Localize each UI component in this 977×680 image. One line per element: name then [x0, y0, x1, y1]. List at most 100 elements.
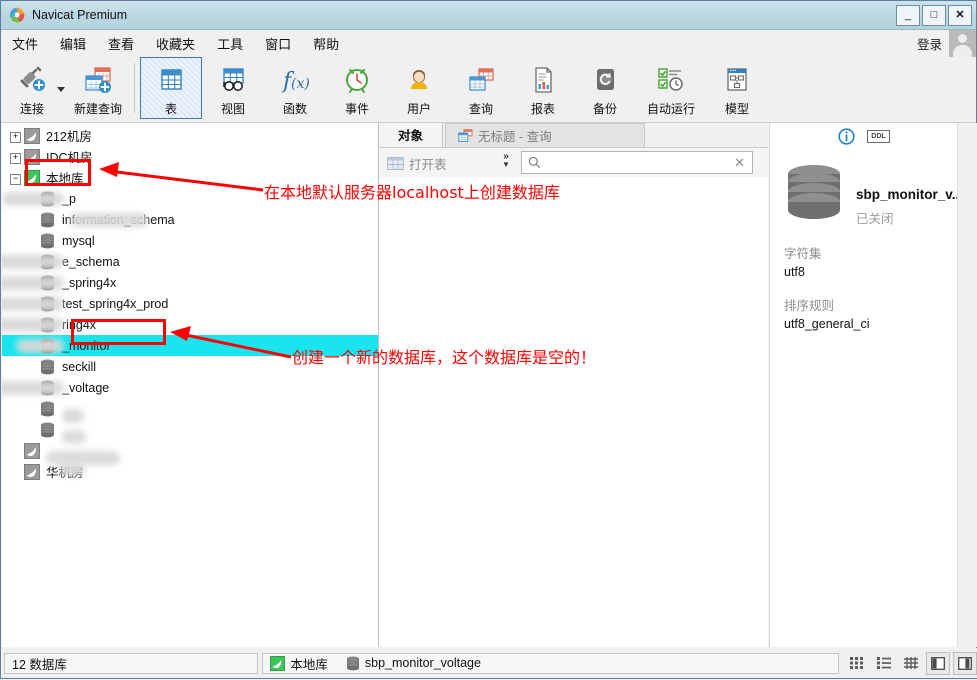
new-query-icon [82, 64, 114, 96]
toolbar-model-button[interactable]: 模型 [706, 57, 768, 119]
toolbar-new-query-button[interactable]: 新建查询 [67, 57, 129, 119]
toolbar-query-label: 查询 [468, 102, 493, 116]
toolbar-separator [134, 63, 135, 113]
tree-connection-item[interactable]: 华机房 [2, 461, 378, 482]
info-circle-icon[interactable] [838, 127, 855, 145]
tree-database-item[interactable]: test_spring4x_prod [2, 293, 378, 314]
tree-database-item[interactable] [2, 398, 378, 423]
menu-help[interactable]: 帮助 [302, 30, 350, 57]
menu-favorites[interactable]: 收藏夹 [145, 30, 206, 57]
info-charset-label: 字符集 [784, 247, 822, 261]
toolbar-automation-button[interactable]: 自动运行 [636, 57, 706, 119]
tab-untitled-query-label: 无标题 - 查询 [478, 130, 552, 144]
toolbar-table-button[interactable]: 表 [140, 57, 202, 119]
toolbar-report-button[interactable]: 报表 [512, 57, 574, 119]
toolbar-event-button[interactable]: 事件 [326, 57, 388, 119]
expand-toggle-icon[interactable]: + [10, 132, 21, 143]
status-view-toggles [845, 651, 977, 675]
user-avatar-icon[interactable] [949, 30, 976, 57]
detail-view-icon[interactable] [899, 652, 923, 675]
list-view-icon[interactable] [872, 652, 896, 675]
tree-database-item[interactable]: _monitor [2, 335, 378, 356]
tree-item-label: information_schema [62, 212, 175, 227]
tree-database-item[interactable]: seckill [2, 356, 378, 377]
tree-connection-item[interactable]: +212机房 [2, 125, 378, 146]
report-icon [527, 64, 559, 96]
menu-file[interactable]: 文件 [1, 30, 49, 57]
object-list-empty-area[interactable] [379, 177, 768, 647]
status-bar: 12 数据库 本地库 sbp_monitor_voltage [2, 648, 977, 678]
menu-tools[interactable]: 工具 [206, 30, 254, 57]
tree-database-item[interactable]: ring4x [2, 314, 378, 335]
tab-untitled-query[interactable]: 无标题 - 查询 [445, 123, 645, 147]
toolbar-view-button[interactable]: 视图 [202, 57, 264, 119]
tree-connection-item[interactable]: + IDC机房 [2, 146, 378, 167]
minimize-button[interactable]: _ [896, 5, 920, 26]
account-area: 登录 [917, 30, 976, 57]
info-charset-field: 字符集 utf8 [770, 243, 958, 279]
tree-connection-item[interactable] [2, 440, 378, 465]
menu-window[interactable]: 窗口 [254, 30, 302, 57]
automation-icon [655, 64, 687, 96]
grid-view-icon[interactable] [845, 652, 869, 675]
object-tab-strip: 对象 无标题 - 查询 [379, 123, 768, 148]
database-large-icon [784, 163, 844, 225]
database-icon [40, 212, 55, 228]
status-database-label: sbp_monitor_voltage [364, 656, 481, 670]
redacted-overlay [59, 462, 85, 476]
info-db-name: sbp_monitor_v... [856, 187, 964, 202]
ddl-tab-button[interactable]: DDL [867, 129, 890, 143]
menu-view[interactable]: 查看 [97, 30, 145, 57]
clear-x-icon[interactable]: ✕ [734, 155, 745, 171]
maximize-button[interactable]: □ [922, 5, 946, 26]
toolbar-user-button[interactable]: 用户 [388, 57, 450, 119]
toolbar-function-button[interactable]: f (x) 函数 [264, 57, 326, 119]
expand-toggle-icon[interactable]: + [10, 153, 21, 164]
info-panel-scrollbar[interactable] [957, 123, 977, 647]
tree-database-item[interactable]: _voltage [2, 377, 378, 398]
toolbar-connection-button[interactable]: 连接 [1, 57, 63, 119]
window-controls: _ □ ✕ [896, 5, 972, 26]
tree-database-item[interactable]: information_schema [2, 209, 378, 230]
tree-database-item[interactable]: e_schema [2, 251, 378, 272]
login-link[interactable]: 登录 [917, 34, 942, 53]
info-panel: DDL sbp_monitor_v... 已关闭 字符集 utf8 排序规则 u… [769, 123, 963, 647]
toolbar-event-label: 事件 [344, 102, 369, 116]
collapse-toggle-icon[interactable]: − [10, 174, 21, 185]
connection-dropdown-caret-icon[interactable] [57, 87, 65, 92]
search-input[interactable]: ✕ [521, 151, 753, 174]
toolbar-backup-button[interactable]: 备份 [574, 57, 636, 119]
tree-database-item[interactable]: mysql [2, 230, 378, 251]
tree-item-label: IDC机房 [46, 151, 93, 165]
tree-item-label: _p [2, 191, 76, 206]
tree-item-label: seckill [62, 359, 97, 374]
toolbar-user-label: 用户 [406, 102, 431, 116]
tree-database-item[interactable]: _p [2, 188, 378, 209]
chevron-double-right-icon[interactable]: » ▼ [499, 152, 513, 169]
toolbar-connection-label: 连接 [19, 102, 44, 116]
tree-database-item[interactable] [2, 419, 378, 444]
database-icon [40, 359, 55, 375]
query-tab-icon [458, 128, 473, 143]
info-collation-value: utf8_general_ci [784, 317, 870, 331]
toolbar-query-button[interactable]: 查询 [450, 57, 512, 119]
database-icon [40, 401, 55, 417]
open-table-button[interactable]: 打开表 [387, 154, 447, 173]
connection-tree-panel[interactable]: +212机房 + IDC机房 − 本地库 _p information_schema mysq… [2, 123, 379, 647]
database-icon [40, 296, 55, 312]
function-fx-icon: f (x) [279, 64, 311, 96]
right-panel-toggle-icon[interactable] [953, 651, 977, 675]
search-field[interactable] [546, 154, 735, 171]
tree-item-label: _monitor [16, 338, 111, 353]
close-button[interactable]: ✕ [948, 5, 972, 26]
tree-item-label: 212机房 [46, 130, 92, 144]
tab-objects[interactable]: 对象 [379, 123, 443, 147]
tree-connection-item[interactable]: − 本地库 [2, 167, 378, 188]
tree-item-label: _voltage [2, 380, 109, 395]
info-charset-value: utf8 [784, 265, 805, 279]
left-panel-toggle-icon[interactable] [926, 651, 950, 675]
tree-item-label: e_schema [2, 254, 120, 269]
connection-tree: +212机房 + IDC机房 − 本地库 _p information_schema mysq… [2, 123, 378, 482]
menu-edit[interactable]: 编辑 [49, 30, 97, 57]
tree-database-item[interactable]: _spring4x [2, 272, 378, 293]
